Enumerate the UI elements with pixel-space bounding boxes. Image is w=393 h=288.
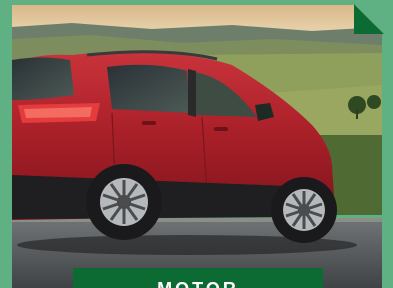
category-label: MOTOR bbox=[73, 268, 323, 288]
car-photo bbox=[12, 5, 382, 288]
corner-fold-icon bbox=[354, 4, 384, 34]
card-frame: MOTOR bbox=[0, 0, 393, 288]
category-label-text: MOTOR bbox=[73, 279, 323, 288]
